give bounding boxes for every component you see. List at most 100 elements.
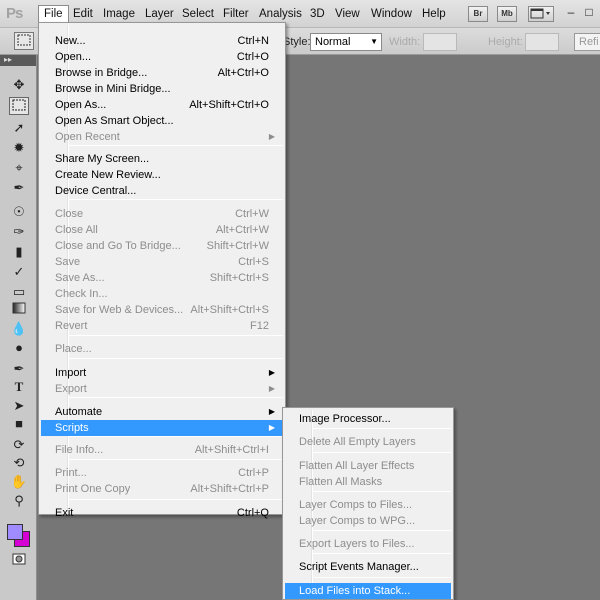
menu-separator xyxy=(313,577,451,578)
file-menu-item-save-as[interactable]: Save As... Shift+Ctrl+S xyxy=(41,270,283,286)
menu-item-label: Browse in Bridge... xyxy=(55,67,148,79)
menu-analysis[interactable]: Analysis xyxy=(254,6,307,23)
file-menu-item-create-new-review[interactable]: Create New Review... xyxy=(41,167,283,183)
menu-select[interactable]: Select xyxy=(177,6,219,23)
eraser-tool-icon[interactable]: ▭ xyxy=(9,283,29,301)
file-menu-item-browse-in-bridge[interactable]: Browse in Bridge... Alt+Ctrl+O xyxy=(41,65,283,81)
menu-item-shortcut: Alt+Shift+Ctrl+P xyxy=(190,483,269,495)
lasso-tool-icon[interactable]: ➚ xyxy=(9,119,29,137)
file-menu-item-print[interactable]: Print... Ctrl+P xyxy=(41,465,283,481)
scripts-menu-item-layer-comps-to-wpg[interactable]: Layer Comps to WPG... xyxy=(285,513,451,529)
menu-item-label: Import xyxy=(55,367,87,379)
quick-select-tool-icon[interactable]: ✹ xyxy=(9,139,29,157)
width-input[interactable] xyxy=(423,33,457,51)
file-menu-item-import[interactable]: Import ▶ xyxy=(41,365,283,381)
move-tool-icon[interactable]: ✥ xyxy=(9,76,29,94)
scripts-menu-item-flatten-all-masks[interactable]: Flatten All Masks xyxy=(285,474,451,490)
zoom-tool-icon[interactable]: ⚲ xyxy=(9,492,29,510)
menu-edit[interactable]: Edit xyxy=(68,6,98,23)
style-value: Normal xyxy=(315,36,351,48)
file-menu-item-check-in[interactable]: Check In... xyxy=(41,286,283,302)
file-menu-item-close-all[interactable]: Close All Alt+Ctrl+W xyxy=(41,222,283,238)
submenu-arrow-icon: ▶ xyxy=(268,407,275,416)
file-menu-item-open-recent[interactable]: Open Recent ▶ xyxy=(41,129,283,145)
brush-tool-icon[interactable]: ✑ xyxy=(9,223,29,241)
menu-view[interactable]: View xyxy=(330,6,365,23)
menu-separator xyxy=(69,145,283,146)
file-menu-item-exit[interactable]: Exit Ctrl+Q xyxy=(41,505,283,521)
gradient-tool-icon[interactable] xyxy=(9,301,29,319)
screen-mode-button[interactable] xyxy=(528,6,554,22)
blur-tool-icon[interactable]: 💧 xyxy=(9,320,29,338)
tools-panel-header[interactable]: ▸▸ xyxy=(0,55,36,66)
scripts-menu-item-flatten-all-layer-effects[interactable]: Flatten All Layer Effects xyxy=(285,458,451,474)
type-tool-icon[interactable]: T xyxy=(9,378,29,396)
scripts-menu-item-delete-all-empty-layers[interactable]: Delete All Empty Layers xyxy=(285,434,451,450)
menu-item-label: Device Central... xyxy=(55,185,137,197)
menu-3d[interactable]: 3D xyxy=(305,6,330,23)
menu-help[interactable]: Help xyxy=(417,6,451,23)
scripts-menu-item-load-files-into-stack[interactable]: Load Files into Stack... xyxy=(285,583,451,599)
file-menu-item-open-as[interactable]: Open As... Alt+Shift+Ctrl+O xyxy=(41,97,283,113)
file-menu-item-automate[interactable]: Automate ▶ xyxy=(41,404,283,420)
quick-mask-icon[interactable] xyxy=(9,553,29,571)
mini-bridge-button[interactable]: Mb xyxy=(497,6,517,22)
marquee-preset-icon[interactable] xyxy=(14,32,34,50)
menu-item-label: Exit xyxy=(55,507,74,519)
menu-filter[interactable]: Filter xyxy=(218,6,254,23)
file-menu-item-new[interactable]: New... Ctrl+N xyxy=(41,33,283,49)
file-menu-item-browse-in-mini-bridge[interactable]: Browse in Mini Bridge... xyxy=(41,81,283,97)
scripts-menu-item-image-processor[interactable]: Image Processor... xyxy=(285,411,451,427)
file-menu-item-scripts[interactable]: Scripts ▶ xyxy=(41,420,283,436)
crop-tool-icon[interactable]: ⌖ xyxy=(9,159,29,177)
pen-tool-icon[interactable]: ✒ xyxy=(9,360,29,378)
menu-separator xyxy=(313,553,451,554)
scripts-menu-item-script-events-manager[interactable]: Script Events Manager... xyxy=(285,559,451,575)
scripts-menu-item-layer-comps-to-files[interactable]: Layer Comps to Files... xyxy=(285,497,451,513)
healing-brush-tool-icon[interactable]: ☉ xyxy=(9,203,29,221)
menu-separator xyxy=(313,530,451,531)
file-menu-item-close-and-go-to-bridge[interactable]: Close and Go To Bridge... Shift+Ctrl+W xyxy=(41,238,283,254)
menu-item-shortcut: Ctrl+P xyxy=(238,467,269,479)
refine-edge-button[interactable]: Refi xyxy=(574,33,600,51)
file-menu-item-device-central[interactable]: Device Central... xyxy=(41,183,283,199)
menu-layer[interactable]: Layer xyxy=(140,6,179,23)
3d-orbit-tool-icon[interactable]: ⟲ xyxy=(9,454,29,472)
file-menu-item-save-for-web-and-devices[interactable]: Save for Web & Devices... Alt+Shift+Ctrl+… xyxy=(41,302,283,318)
height-input[interactable] xyxy=(525,33,559,51)
file-menu-item-print-one-copy[interactable]: Print One Copy Alt+Shift+Ctrl+P xyxy=(41,481,283,497)
file-menu-item-open-as-smart-object[interactable]: Open As Smart Object... xyxy=(41,113,283,129)
file-menu-item-export[interactable]: Export ▶ xyxy=(41,381,283,397)
menu-item-label: Revert xyxy=(55,320,88,332)
screen-mode-icon xyxy=(530,8,550,19)
dodge-tool-icon[interactable]: ● xyxy=(9,339,29,357)
minimize-icon[interactable]: – xyxy=(564,5,578,19)
file-menu-item-open[interactable]: Open... Ctrl+O xyxy=(41,49,283,65)
3d-rotate-tool-icon[interactable]: ⟳ xyxy=(9,436,29,454)
bridge-button[interactable]: Br xyxy=(468,6,488,22)
menu-image[interactable]: Image xyxy=(98,6,140,23)
menu-separator xyxy=(69,459,283,460)
file-menu-item-share-my-screen[interactable]: Share My Screen... xyxy=(41,151,283,167)
menu-item-label: Export xyxy=(55,383,87,395)
scripts-menu-item-export-layers-to-files[interactable]: Export Layers to Files... xyxy=(285,536,451,552)
file-menu-item-place[interactable]: Place... xyxy=(41,341,283,357)
file-menu-item-close[interactable]: Close Ctrl+W xyxy=(41,206,283,222)
chevron-down-icon: ▼ xyxy=(370,37,378,46)
foreground-color-swatch[interactable] xyxy=(7,524,23,540)
menu-item-label: Open As Smart Object... xyxy=(55,115,174,127)
shape-tool-icon[interactable]: ■ xyxy=(9,415,29,433)
history-brush-tool-icon[interactable]: ✓ xyxy=(9,263,29,281)
file-menu-item-file-info[interactable]: File Info... Alt+Shift+Ctrl+I xyxy=(41,442,283,458)
marquee-tool-icon[interactable] xyxy=(9,97,29,115)
file-menu-item-revert[interactable]: Revert F12 xyxy=(41,318,283,334)
style-select[interactable]: Normal ▼ xyxy=(310,33,382,51)
file-menu-item-save[interactable]: Save Ctrl+S xyxy=(41,254,283,270)
menu-window[interactable]: Window xyxy=(366,6,417,23)
menu-item-label: Check In... xyxy=(55,288,108,300)
hand-tool-icon[interactable]: ✋ xyxy=(9,473,29,491)
clone-stamp-tool-icon[interactable]: ▮ xyxy=(9,243,29,261)
eyedropper-tool-icon[interactable]: ✒ xyxy=(9,179,29,197)
restore-icon[interactable]: □ xyxy=(582,5,596,19)
path-select-tool-icon[interactable]: ➤ xyxy=(9,397,29,415)
